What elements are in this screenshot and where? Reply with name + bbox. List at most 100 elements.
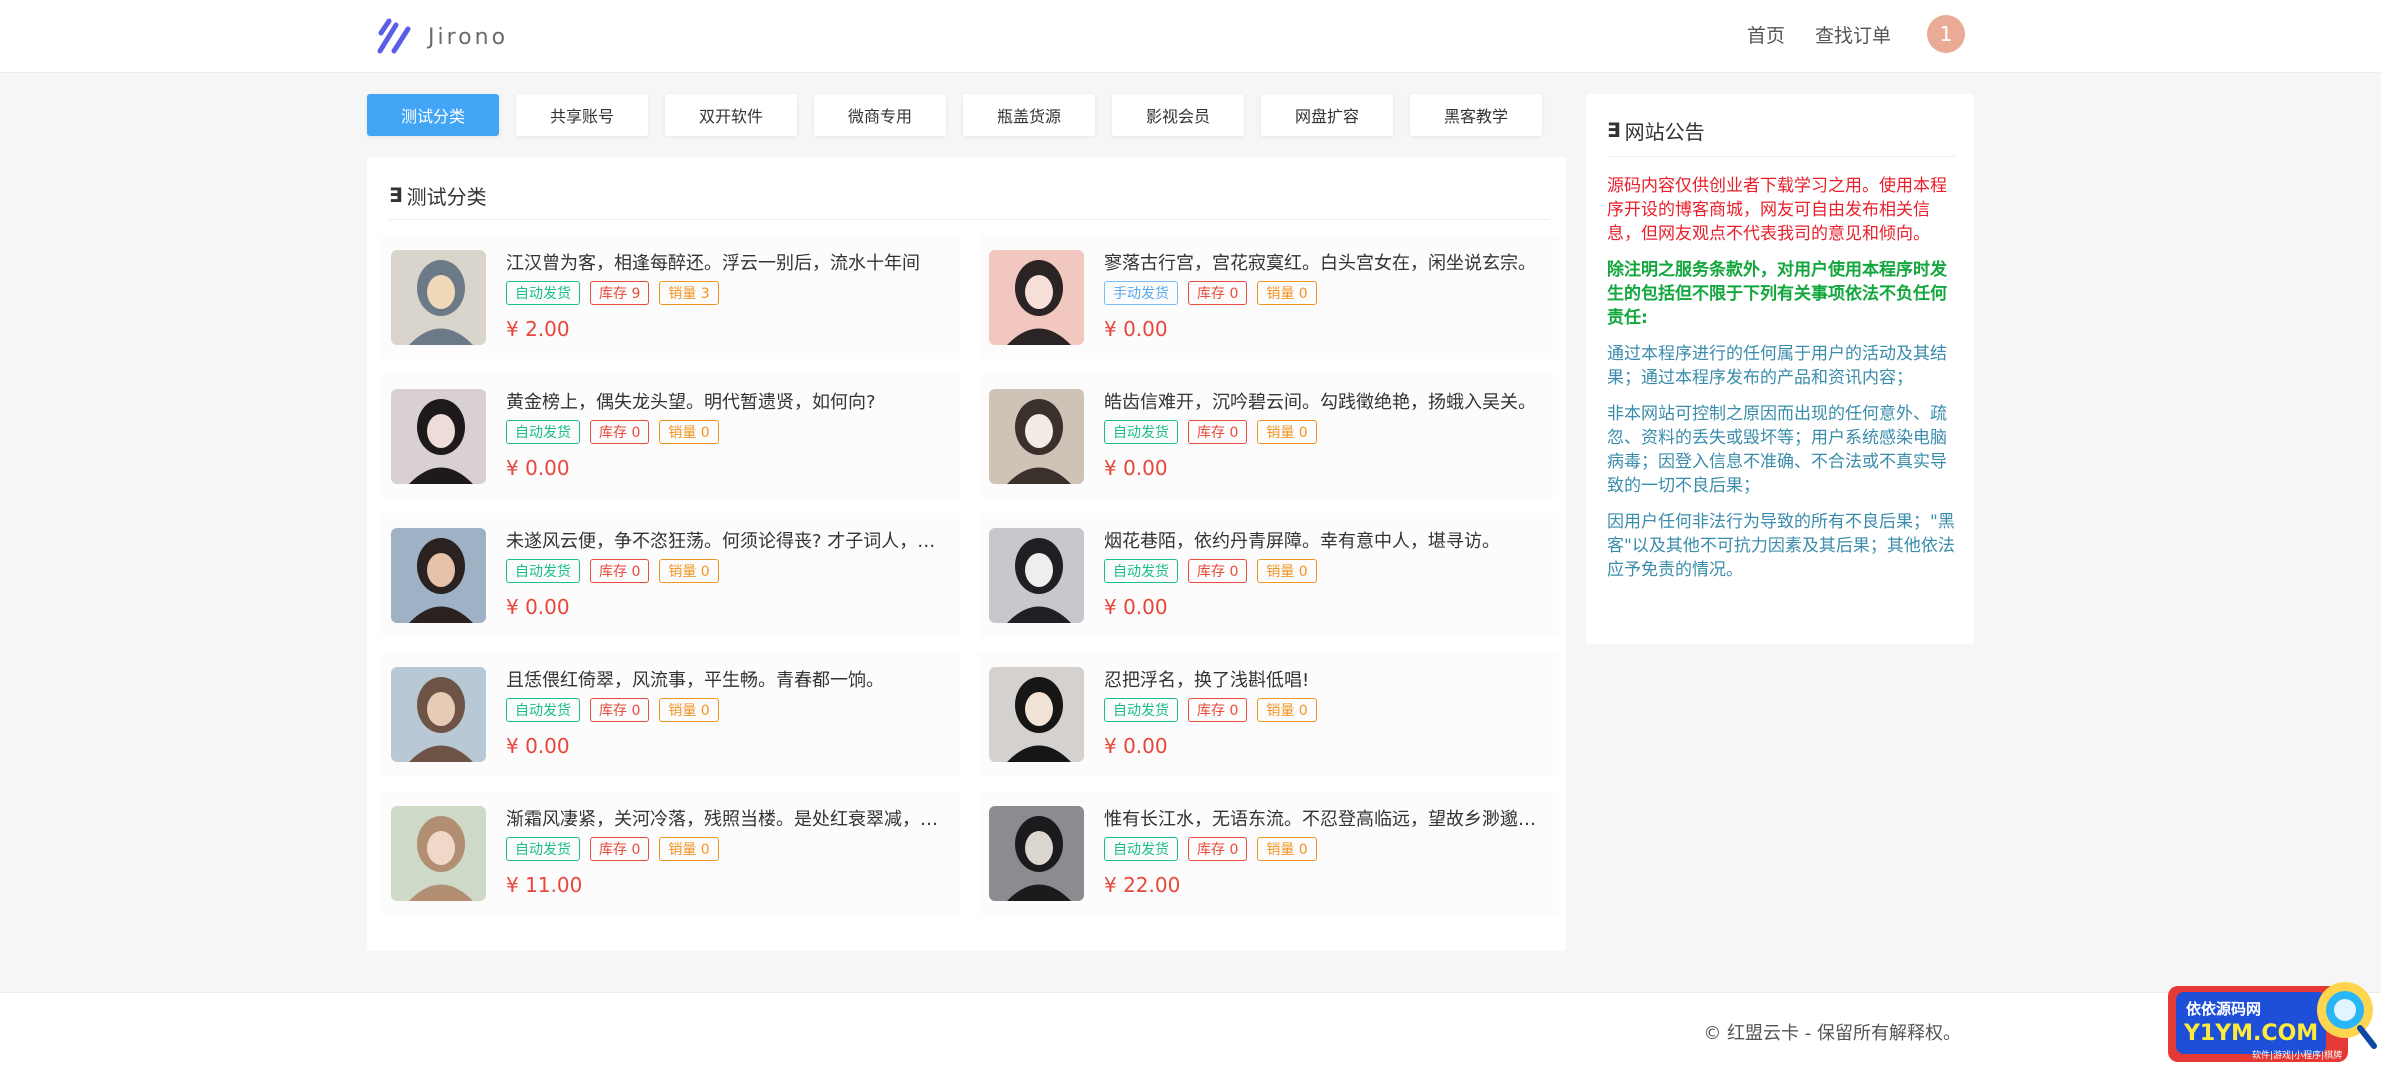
- product-tags: 手动发货 库存 0 销量 0: [1104, 281, 1327, 305]
- product-thumbnail[interactable]: [989, 528, 1084, 623]
- notice-panel: ∃ 网站公告 源码内容仅供创业者下载学习之用。使用本程序开设的博客商城，网友可自…: [1586, 94, 1974, 644]
- product-price: ¥ 0.00: [1104, 734, 1168, 758]
- nav-home-link[interactable]: 首页: [1747, 21, 1785, 48]
- delivery-badge: 自动发货: [506, 837, 580, 861]
- notice-paragraph: 通过本程序进行的任何属于用户的活动及其结果；通过本程序发布的产品和资讯内容；: [1607, 344, 1947, 388]
- notice-title-icon: ∃: [1607, 118, 1621, 142]
- product-title[interactable]: 渐霜风凄紧，关河冷落，残照当楼。是处红衰翠减，苒苒物华休: [506, 805, 946, 831]
- product-title[interactable]: 且恁偎红倚翠，风流事，平生畅。青春都一饷。: [506, 666, 946, 692]
- delivery-badge: 自动发货: [1104, 420, 1178, 444]
- product-tags: 自动发货 库存 0 销量 0: [1104, 837, 1327, 861]
- product-title[interactable]: 皓齿信难开，沉吟碧云间。勾践徵绝艳，扬蛾入吴关。: [1104, 388, 1544, 414]
- product-card[interactable]: 黄金榜上，偶失龙头望。明代暂遗贤，如何向? 自动发货 库存 0 销量 0 ¥ 0.00: [381, 374, 961, 498]
- product-tags: 自动发货 库存 0 销量 0: [1104, 420, 1327, 444]
- product-title[interactable]: 黄金榜上，偶失龙头望。明代暂遗贤，如何向?: [506, 388, 946, 414]
- product-card[interactable]: 惟有长江水，无语东流。不忍登高临远，望故乡渺邈，归思难收自动发货库存 0 销量 0…: [979, 791, 1559, 915]
- stock-badge: 库存 0: [1188, 281, 1248, 305]
- product-title[interactable]: 烟花巷陌，依约丹青屏障。幸有意中人，堪寻访。: [1104, 527, 1544, 553]
- stock-badge: 库存 0: [590, 559, 650, 583]
- watermark-logo: 依依源码网 Y1YM.COM 软件|游戏|小程序|棋牌: [2168, 982, 2377, 1062]
- stock-badge: 库存 0: [590, 837, 650, 861]
- panel-title-icon: ∃: [389, 183, 403, 207]
- product-thumbnail[interactable]: [989, 250, 1084, 345]
- tab-category-dual-open-software[interactable]: 双开软件: [665, 94, 797, 136]
- product-price: ¥ 2.00: [506, 317, 570, 341]
- product-title[interactable]: 未遂风云便，争不恣狂荡。何须论得丧? 才子词人，自是白衣卿相: [506, 527, 946, 553]
- sales-badge: 销量 0: [1257, 281, 1317, 305]
- tab-category-video-membership[interactable]: 影视会员: [1112, 94, 1244, 136]
- product-price: ¥ 0.00: [506, 456, 570, 480]
- product-card[interactable]: 烟花巷陌，依约丹青屏障。幸有意中人，堪寻访。 自动发货 库存 0 销量 0 ¥ 0.00: [979, 513, 1559, 637]
- delivery-badge: 手动发货: [1104, 281, 1178, 305]
- product-card[interactable]: 寥落古行宫，宫花寂寞红。白头宫女在，闲坐说玄宗。 手动发货 库存 0 销量 0 ¥ 0.…: [979, 235, 1559, 359]
- notice-divider: [1607, 156, 1956, 157]
- sales-badge: 销量 0: [659, 559, 719, 583]
- nav-find-order-link[interactable]: 查找订单: [1815, 21, 1891, 48]
- product-thumbnail[interactable]: [989, 389, 1084, 484]
- product-thumbnail[interactable]: [391, 528, 486, 623]
- notice-title: ∃ 网站公告: [1607, 110, 1705, 150]
- product-card[interactable]: 江汉曾为客，相逢每醉还。浮云一别后，流水十年间 自动发货 库存 9 销量 3 ¥ 2.0…: [381, 235, 961, 359]
- stock-badge: 库存 0: [1188, 837, 1248, 861]
- product-thumbnail[interactable]: [391, 667, 486, 762]
- stock-badge: 库存 0: [1188, 559, 1248, 583]
- product-thumbnail[interactable]: [391, 806, 486, 901]
- product-card[interactable]: 且恁偎红倚翠，风流事，平生畅。青春都一饷。 自动发货 库存 0 销量 0 ¥ 0.00: [381, 652, 961, 776]
- product-tags: 自动发货 库存 0 销量 0: [506, 559, 729, 583]
- stock-badge: 库存 0: [1188, 698, 1248, 722]
- tab-category-bottle-cap-source[interactable]: 瓶盖货源: [963, 94, 1095, 136]
- product-price: ¥ 0.00: [1104, 317, 1168, 341]
- product-tags: 自动发货 库存 0 销量 0: [506, 837, 729, 861]
- product-title[interactable]: 忍把浮名，换了浅斟低唱!: [1104, 666, 1544, 692]
- delivery-badge: 自动发货: [506, 559, 580, 583]
- delivery-badge: 自动发货: [1104, 837, 1178, 861]
- product-tags: 自动发货 库存 9 销量 3: [506, 281, 729, 305]
- product-thumbnail[interactable]: [989, 806, 1084, 901]
- delivery-badge: 自动发货: [506, 420, 580, 444]
- product-price: ¥ 0.00: [1104, 456, 1168, 480]
- logo[interactable]: Jirono: [374, 17, 508, 57]
- product-thumbnail[interactable]: [391, 389, 486, 484]
- tab-category-test[interactable]: 测试分类: [367, 94, 499, 136]
- sales-badge: 销量 0: [1257, 420, 1317, 444]
- notice-body: 源码内容仅供创业者下载学习之用。使用本程序开设的博客商城，网友可自由发布相关信息…: [1607, 174, 1957, 594]
- sales-badge: 销量 0: [1257, 837, 1317, 861]
- logo-icon: [377, 18, 411, 54]
- product-card[interactable]: 忍把浮名，换了浅斟低唱! 自动发货 库存 0 销量 0 ¥ 0.00: [979, 652, 1559, 776]
- watermark-line3: 软件|游戏|小程序|棋牌: [2252, 1049, 2342, 1061]
- product-card[interactable]: 未遂风云便，争不恣狂荡。何须论得丧? 才子词人，自是白衣卿相自动发货库存 0 销量…: [381, 513, 961, 637]
- user-avatar-badge[interactable]: 1: [1927, 15, 1965, 53]
- panel-title: ∃ 测试分类: [389, 175, 487, 215]
- tab-category-wechat-business[interactable]: 微商专用: [814, 94, 946, 136]
- delivery-badge: 自动发货: [506, 698, 580, 722]
- product-price: ¥ 11.00: [506, 873, 583, 897]
- product-title[interactable]: 江汉曾为客，相逢每醉还。浮云一别后，流水十年间: [506, 249, 946, 275]
- tab-category-hacker-tutorial[interactable]: 黑客教学: [1410, 94, 1542, 136]
- product-tags: 自动发货 库存 0 销量 0: [1104, 698, 1327, 722]
- notice-paragraph: 源码内容仅供创业者下载学习之用。使用本程序开设的博客商城，网友可自由发布相关信息…: [1607, 176, 1947, 244]
- tab-category-cloud-expansion[interactable]: 网盘扩容: [1261, 94, 1393, 136]
- product-card[interactable]: 皓齿信难开，沉吟碧云间。勾践徵绝艳，扬蛾入吴关。 自动发货 库存 0 销量 0 ¥ 0.…: [979, 374, 1559, 498]
- product-panel: ∃ 测试分类 江汉曾为客，相逢每醉还。浮云一别后，流水十年间 自动发货 库存 9 销量…: [367, 157, 1566, 951]
- top-navbar: Jirono 首页 查找订单 1: [0, 0, 2381, 73]
- notice-paragraph: 除注明之服务条款外，对用户使用本程序时发生的包括但不限于下列有关事项依法不负任何…: [1607, 260, 1947, 328]
- watermark-line1: 依依源码网: [2186, 1000, 2261, 1018]
- delivery-badge: 自动发货: [506, 281, 580, 305]
- product-thumbnail[interactable]: [989, 667, 1084, 762]
- product-title[interactable]: 惟有长江水，无语东流。不忍登高临远，望故乡渺邈，归思难收: [1104, 805, 1544, 831]
- notice-paragraph: 因用户任何非法行为导致的所有不良后果；"黑客"以及其他不可抗力因素及其后果；其他…: [1607, 512, 1955, 580]
- tab-category-shared-accounts[interactable]: 共享账号: [516, 94, 648, 136]
- product-price: ¥ 0.00: [1104, 595, 1168, 619]
- notice-title-text: 网站公告: [1624, 119, 1705, 144]
- product-title[interactable]: 寥落古行宫，宫花寂寞红。白头宫女在，闲坐说玄宗。: [1104, 249, 1544, 275]
- product-tags: 自动发货 库存 0 销量 0: [1104, 559, 1327, 583]
- panel-title-text: 测试分类: [406, 184, 487, 209]
- product-card[interactable]: 渐霜风凄紧，关河冷落，残照当楼。是处红衰翠减，苒苒物华休自动发货库存 0 销量 0…: [381, 791, 961, 915]
- product-thumbnail[interactable]: [391, 250, 486, 345]
- sales-badge: 销量 0: [659, 698, 719, 722]
- product-price: ¥ 0.00: [506, 595, 570, 619]
- product-price: ¥ 22.00: [1104, 873, 1181, 897]
- sales-badge: 销量 0: [659, 420, 719, 444]
- watermark-line2: Y1YM.COM: [2183, 1021, 2318, 1046]
- sales-badge: 销量 0: [1257, 559, 1317, 583]
